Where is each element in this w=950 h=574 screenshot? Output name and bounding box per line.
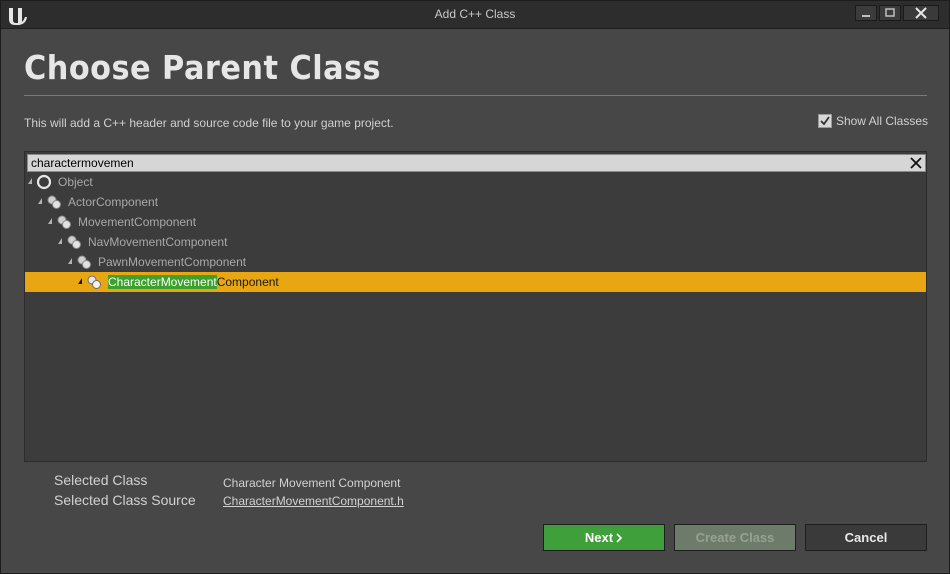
selected-class-label: Selected Class <box>54 472 148 488</box>
create-class-button[interactable]: Create Class <box>674 524 796 551</box>
cancel-button[interactable]: Cancel <box>805 524 927 551</box>
checkmark-icon <box>820 116 830 126</box>
tree-row-label: CharacterMovementComponent <box>108 275 279 289</box>
maximize-button[interactable] <box>879 5 901 21</box>
dialog-content: Choose Parent Class This will add a C++ … <box>6 30 944 570</box>
clear-search-icon[interactable] <box>909 156 923 170</box>
tree-row-label: Object <box>58 175 93 189</box>
expand-arrow-icon[interactable] <box>48 218 52 224</box>
tree-row-label: NavMovementComponent <box>88 235 228 249</box>
expand-arrow-icon[interactable] <box>68 258 72 264</box>
selected-class-source-label: Selected Class Source <box>54 492 196 508</box>
component-gears-icon <box>67 235 81 249</box>
close-icon <box>915 7 927 19</box>
tree-row-label: PawnMovementComponent <box>98 255 247 269</box>
maximize-icon <box>885 8 895 17</box>
expand-arrow-icon[interactable] <box>38 198 42 204</box>
class-search-box[interactable] <box>27 154 926 172</box>
tree-row[interactable]: NavMovementComponent <box>25 232 926 252</box>
component-gears-icon <box>87 275 101 289</box>
title-divider <box>24 95 927 96</box>
component-gears-icon <box>57 215 71 229</box>
component-gears-icon <box>77 255 91 269</box>
next-button[interactable]: Next <box>543 524 665 551</box>
tree-row-label: ActorComponent <box>68 195 159 209</box>
class-tree: Object ActorComponent MovementComponent <box>25 172 926 292</box>
close-button[interactable] <box>903 5 939 21</box>
add-cpp-class-window: Add C++ Class Choose Parent Class This w… <box>0 0 950 574</box>
tree-row[interactable]: MovementComponent <box>25 212 926 232</box>
page-description: This will add a C++ header and source co… <box>24 116 394 130</box>
expand-arrow-icon[interactable] <box>58 238 62 244</box>
show-all-classes-toggle[interactable]: Show All Classes <box>817 114 928 128</box>
tree-row[interactable]: PawnMovementComponent <box>25 252 926 272</box>
tree-row-label-rest: Component <box>216 275 279 289</box>
show-all-classes-label: Show All Classes <box>835 114 928 128</box>
tree-row-label: MovementComponent <box>78 215 197 229</box>
minimize-icon <box>862 15 870 17</box>
search-match-highlight: CharacterMovement <box>108 275 217 289</box>
tree-row[interactable]: Object <box>25 172 926 192</box>
class-picker: Object ActorComponent MovementComponent <box>24 151 927 462</box>
tree-row[interactable]: ActorComponent <box>25 192 926 212</box>
show-all-classes-checkbox[interactable] <box>817 114 832 128</box>
component-gears-icon <box>47 195 61 209</box>
title-bar[interactable]: Add C++ Class <box>1 1 949 29</box>
expand-arrow-icon[interactable] <box>28 178 32 184</box>
minimize-button[interactable] <box>855 5 877 21</box>
expand-arrow-icon[interactable] <box>78 278 82 284</box>
tree-row-selected[interactable]: CharacterMovementComponent <box>25 272 926 292</box>
selected-class-source-link[interactable]: CharacterMovementComponent.h <box>223 494 404 508</box>
window-controls <box>855 5 939 21</box>
class-search-input[interactable] <box>31 155 901 171</box>
page-title: Choose Parent Class <box>24 48 382 87</box>
object-circle-icon <box>36 174 52 190</box>
selected-class-value: Character Movement Component <box>223 476 401 490</box>
chevron-right-icon <box>616 532 623 543</box>
next-button-label: Next <box>584 530 614 545</box>
window-title: Add C++ Class <box>434 7 516 21</box>
